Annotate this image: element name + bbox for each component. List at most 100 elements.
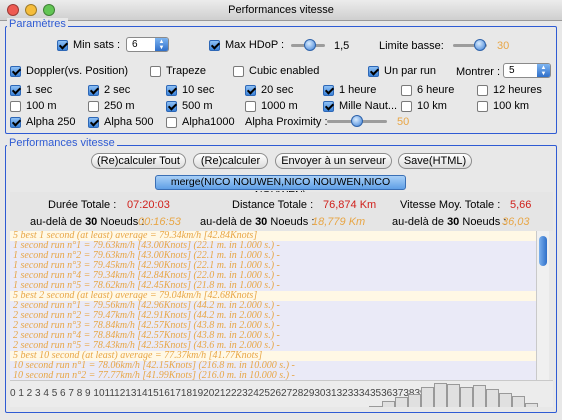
checkbox-checked-icon [88,116,99,128]
max-hdop-value: 1,5 [334,40,350,52]
cb-12-heures[interactable]: 12 heures [477,84,542,96]
log-line: 10 second run n°2 = 77.77km/h [41.99Knot… [10,371,536,380]
trapeze-checkbox[interactable]: Trapeze [150,65,206,77]
beyond-knots: 30 [85,216,98,228]
cb-100-km[interactable]: 100 km [477,100,529,112]
slider-knob[interactable] [304,39,316,51]
cb-100-m[interactable]: 100 m [10,100,57,112]
cb-20-sec[interactable]: 20 sec [245,84,293,96]
slider-knob[interactable] [351,115,363,127]
cb-10-km[interactable]: 10 km [401,100,447,112]
alpha-proximity-value: 50 [397,116,410,128]
min-sats-select[interactable]: 6 ▲ ▼ [126,37,169,52]
cb-mille-nautique[interactable]: Mille Naut... [323,100,397,112]
window-title: Performances vitesse [228,4,334,16]
beyond-suffix: Noeuds : [462,216,507,228]
cb-mille-nautique-label: Mille Naut... [339,100,398,112]
cb-12-heures-label: 12 heures [493,84,542,96]
results-log[interactable]: 5 best 1 second (at least) average = 79.… [10,231,536,380]
checkbox-empty-icon [401,84,412,96]
params-group-label: Paramètres [7,18,68,30]
vitesse-moy-label: Vitesse Moy. Totale : [400,199,501,211]
max-hdop-checkbox[interactable]: Max HDoP : [209,39,284,51]
checkbox-checked-icon [10,84,21,96]
histogram-bar [369,406,382,407]
checkbox-empty-icon [245,100,256,112]
cb-250-m[interactable]: 250 m [88,100,135,112]
cb-10-km-label: 10 km [417,100,447,112]
merge-tab[interactable]: merge(NICO NOUWEN,NICO NOUWEN,NICO NOUWE… [155,175,406,201]
limite-basse-slider[interactable] [453,39,487,51]
histogram-bar [473,385,486,407]
checkbox-empty-icon [401,100,412,112]
duree-totale-label: Durée Totale : [48,199,117,211]
alpha-proximity-label: Alpha Proximity : [245,116,328,128]
histogram-bar [499,393,512,407]
beyond-dist-label: au-delà de 30 Noeuds : [200,216,314,228]
cb-6-heure[interactable]: 6 heure [401,84,454,96]
scrollbar-thumb[interactable] [539,236,547,266]
beyond-prefix: au-delà de [392,216,444,228]
send-to-server-button[interactable]: Envoyer à un serveur [275,153,392,169]
montrer-label: Montrer : [456,66,501,78]
min-sats-value: 6 [132,39,138,50]
cb-10-sec[interactable]: 10 sec [166,84,214,96]
beyond-prefix: au-delà de [200,216,252,228]
beyond-speed-value: 36,03 [502,216,530,228]
slider-knob[interactable] [474,39,486,51]
select-arrows-icon: ▲ ▼ [155,38,168,51]
distance-totale-label: Distance Totale : [232,199,314,211]
cb-20-sec-label: 20 sec [261,84,294,96]
cb-250-m-label: 250 m [104,100,135,112]
cb-1-sec[interactable]: 1 sec [10,84,52,96]
cb-500-m[interactable]: 500 m [166,100,213,112]
checkbox-empty-icon [88,100,99,112]
trapeze-label: Trapeze [166,65,206,77]
checkbox-empty-icon [10,100,21,112]
save-html-button[interactable]: Save(HTML) [398,153,472,169]
cb-alpha-1000[interactable]: Alpha1000 [166,116,235,128]
select-arrows-icon: ▲ ▼ [537,64,550,77]
speed-histogram: 0 1 2 3 4 5 6 7 8 9 10111213141516171819… [10,380,553,407]
un-par-run-checkbox[interactable]: Un par run [368,65,436,77]
checkbox-checked-icon [166,84,177,96]
cb-alpha-250[interactable]: Alpha 250 [10,116,76,128]
cb-2-sec[interactable]: 2 sec [88,84,130,96]
histogram-bar [408,394,421,407]
histogram-bar [447,384,460,407]
cubic-enabled-checkbox[interactable]: Cubic enabled [233,65,319,77]
cb-alpha-500[interactable]: Alpha 500 [88,116,154,128]
app-window: Performances vitesse Paramètres Min sats… [0,0,562,420]
title-bar: Performances vitesse [0,0,562,21]
recalculate-all-button[interactable]: (Re)calculer Tout [91,153,186,169]
beyond-speed-label: au-delà de 30 Noeuds : [392,216,506,228]
doppler-checkbox[interactable]: Doppler(vs. Position) [10,65,128,77]
perf-group-label: Performances vitesse [7,137,117,149]
checkbox-checked-icon [323,84,334,96]
cb-10-sec-label: 10 sec [182,84,215,96]
checkbox-empty-icon [477,100,488,112]
max-hdop-slider[interactable] [291,39,325,51]
recalculate-button[interactable]: (Re)calculer [193,153,268,169]
checkbox-checked-icon [368,65,379,77]
histogram-bar [486,389,499,407]
min-sats-label: Min sats : [73,39,121,51]
beyond-suffix: Noeuds : [270,216,315,228]
min-sats-checkbox[interactable]: Min sats : [57,39,120,51]
checkbox-checked-icon [323,100,334,112]
log-scrollbar[interactable] [536,231,549,380]
stats-panel: Durée Totale : 07:20:03 Distance Totale … [10,192,553,231]
cb-1000-m-label: 1000 m [261,100,298,112]
cb-6-heure-label: 6 heure [417,84,455,96]
limite-basse-value: 30 [497,40,510,52]
histogram-bar [525,403,538,407]
checkbox-checked-icon [166,100,177,112]
cb-1-heure[interactable]: 1 heure [323,84,376,96]
alpha-proximity-slider[interactable] [327,115,387,127]
checkbox-checked-icon [88,84,99,96]
histogram-bar [395,397,408,407]
histogram-bar [434,383,447,407]
cb-500-m-label: 500 m [182,100,213,112]
montrer-select[interactable]: 5 ▲ ▼ [503,63,551,78]
cb-1000-m[interactable]: 1000 m [245,100,298,112]
